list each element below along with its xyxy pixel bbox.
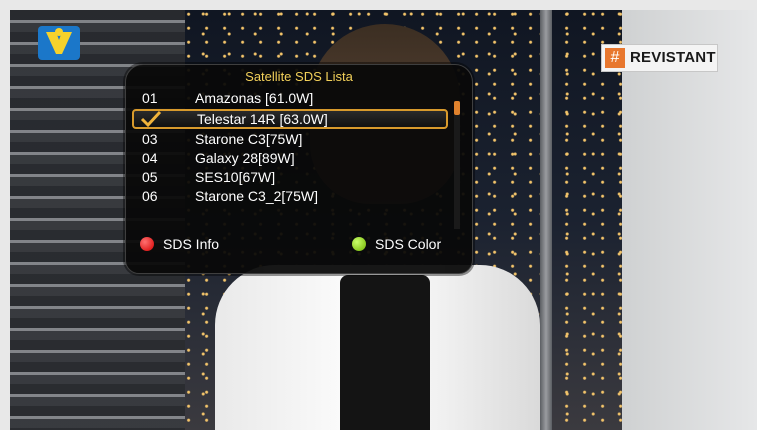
- red-button-icon: [140, 237, 154, 251]
- list-item[interactable]: 01 Amazonas [61.0W]: [136, 89, 446, 108]
- satellite-list: 01 Amazonas [61.0W] Telestar 14R [63.0W]…: [132, 89, 462, 223]
- satellite-list-dialog: Satellite SDS Lista 01 Amazonas [61.0W] …: [125, 64, 473, 274]
- item-name: SES10[67W]: [195, 169, 276, 185]
- green-button-icon: [352, 237, 366, 251]
- list-item[interactable]: 04 Galaxy 28[89W]: [136, 149, 446, 168]
- item-number: 06: [142, 188, 158, 204]
- item-name: Telestar 14R [63.0W]: [197, 111, 328, 127]
- sds-info-hint[interactable]: SDS Info: [163, 236, 219, 252]
- item-name: Starone C3_2[75W]: [195, 188, 318, 204]
- item-name: Galaxy 28[89W]: [195, 150, 295, 166]
- list-scrollbar[interactable]: [454, 101, 460, 229]
- background-pillar: [540, 10, 552, 430]
- channel-watermark: # REVISTANT: [601, 44, 718, 72]
- brand-name: REVISTANT: [630, 49, 716, 66]
- sds-color-hint[interactable]: SDS Color: [375, 236, 441, 252]
- presenter-top: [340, 275, 430, 430]
- item-number: 04: [142, 150, 158, 166]
- list-item[interactable]: 06 Starone C3_2[75W]: [136, 187, 446, 206]
- background-wall: [622, 10, 757, 430]
- check-icon: [140, 110, 162, 128]
- channel-logo-icon: [38, 26, 80, 60]
- list-item[interactable]: 05 SES10[67W]: [136, 168, 446, 187]
- item-number: 01: [142, 90, 158, 106]
- dialog-footer: SDS Info SDS Color: [126, 233, 472, 257]
- brand-mark-icon: #: [605, 48, 625, 68]
- dialog-title: Satellite SDS Lista: [245, 69, 353, 84]
- item-name: Starone C3[75W]: [195, 131, 303, 147]
- list-item[interactable]: 03 Starone C3[75W]: [136, 130, 446, 149]
- item-number: 03: [142, 131, 158, 147]
- list-item-selected[interactable]: Telestar 14R [63.0W]: [132, 109, 448, 129]
- item-name: Amazonas [61.0W]: [195, 90, 314, 106]
- item-number: 05: [142, 169, 158, 185]
- scrollbar-thumb[interactable]: [454, 101, 460, 115]
